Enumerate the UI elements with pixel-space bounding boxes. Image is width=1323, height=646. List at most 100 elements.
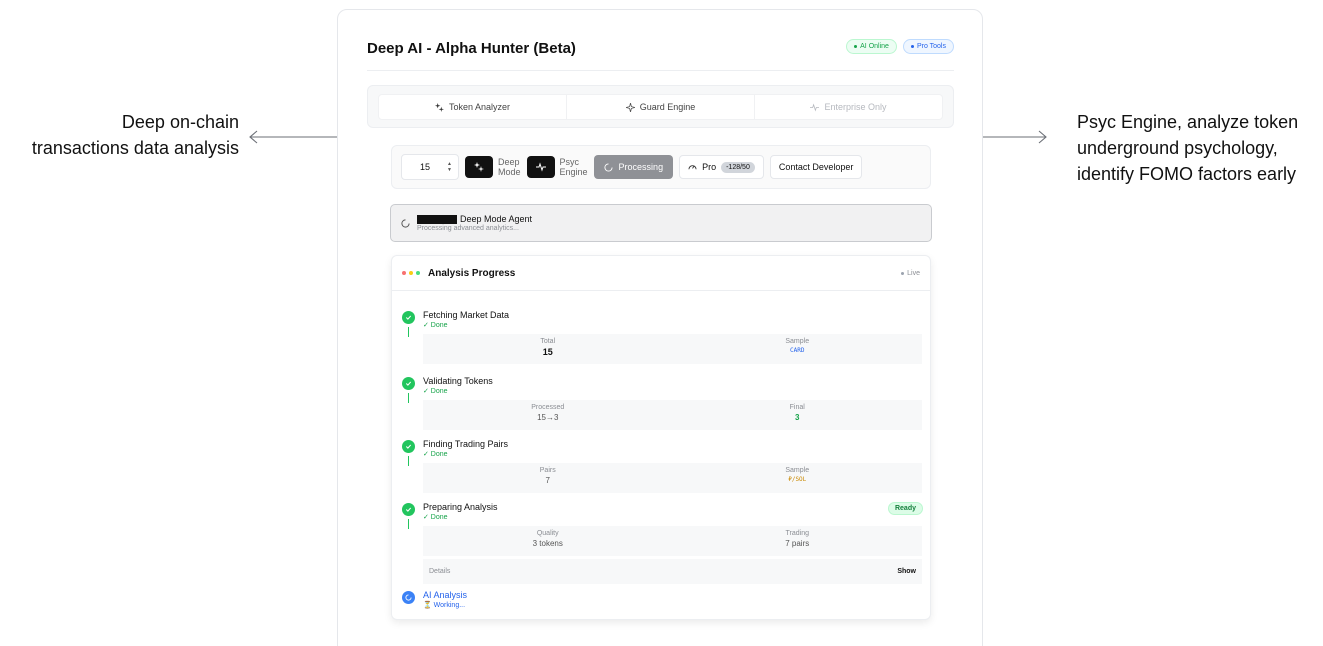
gauge-icon xyxy=(688,164,697,169)
deep-mode-toggle[interactable]: Deep Mode xyxy=(465,156,521,178)
annotation-psyc-engine: Psyc Engine, analyze token underground p… xyxy=(1077,109,1323,187)
pulse-icon xyxy=(810,103,820,111)
annotation-deep-mode: Deep on-chain transactions data analysis xyxy=(0,109,239,161)
stepper-value: 15 xyxy=(420,162,431,172)
check-icon xyxy=(402,311,415,324)
step-name: Preparing Analysis xyxy=(423,502,498,512)
tab-label: Enterprise Only xyxy=(824,102,887,112)
tab-bar: Token Analyzer Guard Engine Enterprise O… xyxy=(367,85,954,128)
metric: Final 3 xyxy=(673,400,923,430)
spinner-icon xyxy=(402,591,415,604)
metric-label: Sample xyxy=(785,467,810,474)
window-dots xyxy=(402,271,420,275)
live-dot-icon xyxy=(901,271,905,275)
stepper-arrows[interactable]: ▲ ▼ xyxy=(447,161,452,173)
annotation-line: Psyc Engine, analyze token xyxy=(1077,112,1299,132)
metric: Total 15 xyxy=(423,334,673,364)
pulse-icon[interactable] xyxy=(526,156,555,178)
green-dot-icon xyxy=(416,271,420,275)
agent-title: Deep Mode Agent xyxy=(417,214,532,224)
ready-badge: Ready xyxy=(887,502,923,515)
step-metrics: Processed 15→3 Final 3 xyxy=(423,400,922,430)
label-line: Psyc xyxy=(559,157,580,167)
arrowhead-right xyxy=(1038,130,1047,144)
agent-status-bar: Deep Mode Agent Processing advanced anal… xyxy=(390,204,932,242)
button-label: Pro xyxy=(702,162,717,172)
metric-value: 15 xyxy=(542,347,553,357)
tab-token-analyzer[interactable]: Token Analyzer xyxy=(379,95,566,119)
annotation-line: underground psychology, xyxy=(1077,138,1278,158)
pro-tools-badge: Pro Tools xyxy=(902,39,954,54)
metric-label: Pairs xyxy=(539,467,556,474)
psyc-engine-label: Psyc Engine xyxy=(560,157,588,177)
chevron-down-icon[interactable]: ▼ xyxy=(447,167,452,173)
sparkle-icon xyxy=(434,102,444,112)
step-status: ✓ Done xyxy=(423,322,448,329)
metric: Pairs 7 xyxy=(423,463,673,493)
metric-value: ₽/SOL xyxy=(788,476,807,483)
tab-label: Token Analyzer xyxy=(448,102,511,112)
metric-label: Quality xyxy=(536,530,559,537)
status-dot-icon xyxy=(854,45,858,48)
metric-label: Trading xyxy=(785,530,809,537)
annotation-line: Deep on-chain xyxy=(121,112,239,132)
metric-value: 7 xyxy=(545,476,550,485)
show-details-button[interactable]: Show xyxy=(897,568,916,575)
tab-guard-engine[interactable]: Guard Engine xyxy=(566,95,754,119)
spinner-icon xyxy=(401,218,410,228)
app-window: Deep AI - Alpha Hunter (Beta) AI Online … xyxy=(337,9,983,646)
agent-subtitle: Processing advanced analytics... xyxy=(417,225,519,232)
metric: Trading 7 pairs xyxy=(673,526,923,556)
check-icon xyxy=(402,503,415,516)
processing-button[interactable]: Processing xyxy=(593,155,674,179)
metric-label: Sample xyxy=(785,338,810,345)
psyc-engine-toggle[interactable]: Psyc Engine xyxy=(526,156,588,178)
step-name: Fetching Market Data xyxy=(423,310,510,320)
tab-enterprise-only: Enterprise Only xyxy=(754,95,942,119)
token-count-stepper[interactable]: 15 ▲ ▼ xyxy=(401,154,459,180)
metric-label: Total xyxy=(540,338,556,345)
toolbar: 15 ▲ ▼ Deep Mode Psyc Engine Processing … xyxy=(391,145,931,189)
divider xyxy=(367,70,954,71)
live-label: Live xyxy=(907,269,920,277)
page-title: Deep AI - Alpha Hunter (Beta) xyxy=(367,40,576,57)
arrowhead-left xyxy=(249,130,258,144)
details-row[interactable]: Details Show xyxy=(423,559,922,584)
step-status: ✓ Done xyxy=(423,514,448,521)
status-dot-icon xyxy=(910,45,914,48)
metric: Processed 15→3 xyxy=(423,400,673,430)
button-label: Contact Developer xyxy=(778,162,854,172)
step-metrics: Quality 3 tokens Trading 7 pairs xyxy=(423,526,922,556)
step-name: Validating Tokens xyxy=(423,376,493,386)
check-icon xyxy=(402,440,415,453)
analysis-progress-panel: Analysis Progress Live Fetching Market D… xyxy=(391,255,931,620)
ai-analysis-step-status: ⏳ Working... xyxy=(423,602,466,609)
metric-value: 3 xyxy=(795,413,800,422)
badge-label: AI Online xyxy=(860,43,889,50)
tab-label: Guard Engine xyxy=(639,102,696,112)
metric: Quality 3 tokens xyxy=(423,526,673,556)
label-line: Engine xyxy=(559,167,588,177)
pro-button[interactable]: Pro -128/50 xyxy=(679,155,764,179)
step-status: ✓ Done xyxy=(423,451,448,458)
label-line: Mode xyxy=(498,167,521,177)
contact-developer-button[interactable]: Contact Developer xyxy=(769,155,863,179)
step-connector xyxy=(408,393,409,403)
step-connector xyxy=(408,327,409,337)
step-connector xyxy=(408,519,409,529)
step-status: ✓ Done xyxy=(423,388,448,395)
sparkle-icon xyxy=(625,102,635,112)
usage-count-badge: -128/50 xyxy=(721,161,755,173)
metric-value: CARD xyxy=(790,347,805,354)
annotation-line: transactions data analysis xyxy=(31,138,239,158)
deep-mode-label: Deep Mode xyxy=(498,157,521,177)
sparkle-icon[interactable] xyxy=(465,156,493,178)
live-indicator: Live xyxy=(901,270,920,277)
ai-online-badge: AI Online xyxy=(846,39,897,54)
step-metrics: Pairs 7 Sample ₽/SOL xyxy=(423,463,922,493)
metric-label: Processed xyxy=(531,404,565,411)
step-connector xyxy=(408,456,409,466)
panel-header: Analysis Progress Live xyxy=(392,256,930,291)
redacted-block xyxy=(417,214,457,224)
label-line: Deep xyxy=(498,157,520,167)
